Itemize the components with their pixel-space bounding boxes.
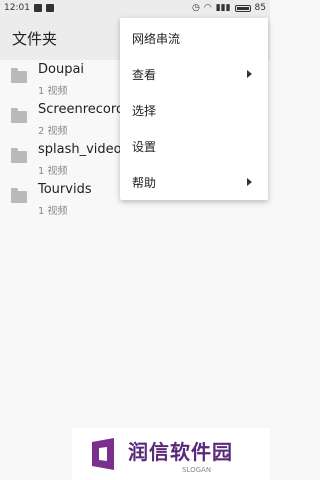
folder-icon: [11, 148, 27, 163]
overflow-menu: 网络串流 查看 选择 设置 帮助: [120, 18, 268, 200]
folder-icon: [11, 108, 27, 123]
battery-level: 85: [254, 3, 266, 13]
folder-count: 1 视频: [38, 86, 68, 97]
menu-item-settings[interactable]: 设置: [120, 128, 268, 164]
watermark-banner: 润信软件园 SLOGAN: [72, 428, 270, 480]
menu-item-select[interactable]: 选择: [120, 92, 268, 128]
notification-icon: [34, 4, 42, 12]
menu-item-view[interactable]: 查看: [120, 56, 268, 92]
folder-count: 1 视频: [38, 206, 68, 217]
folder-count: 2 视频: [38, 126, 68, 137]
folder-name: Tourvids: [38, 182, 92, 197]
folder-name: Doupai: [38, 62, 85, 77]
submenu-arrow-icon: [247, 178, 252, 186]
submenu-arrow-icon: [247, 70, 252, 78]
folder-icon: [11, 188, 27, 203]
menu-item-label: 选择: [132, 104, 157, 118]
menu-item-label: 查看: [132, 68, 157, 82]
menu-item-label: 设置: [132, 140, 157, 154]
alarm-icon: ◷: [191, 3, 200, 13]
folder-name: Screenrecords: [38, 102, 131, 117]
menu-item-label: 网络串流: [132, 32, 181, 46]
message-icon: [46, 4, 54, 12]
status-bar: 12:01 ◷ ◠ ▮▮▮ 85: [0, 0, 270, 16]
wifi-icon: ◠: [203, 3, 212, 13]
watermark-brand: 润信软件园: [128, 440, 233, 464]
menu-item-label: 帮助: [132, 176, 157, 190]
folder-count: 1 视频: [38, 166, 68, 177]
folder-name: splash_video: [38, 142, 122, 157]
watermark-slogan: SLOGAN: [182, 466, 212, 474]
menu-item-network-stream[interactable]: 网络串流: [120, 20, 268, 56]
signal-icon: ▮▮▮: [215, 3, 231, 13]
folder-icon: [11, 68, 27, 83]
brand-logo-icon: [92, 438, 114, 470]
status-time: 12:01: [4, 3, 30, 13]
battery-icon: [234, 4, 251, 12]
page-title: 文件夹: [12, 30, 58, 48]
menu-item-help[interactable]: 帮助: [120, 164, 268, 200]
